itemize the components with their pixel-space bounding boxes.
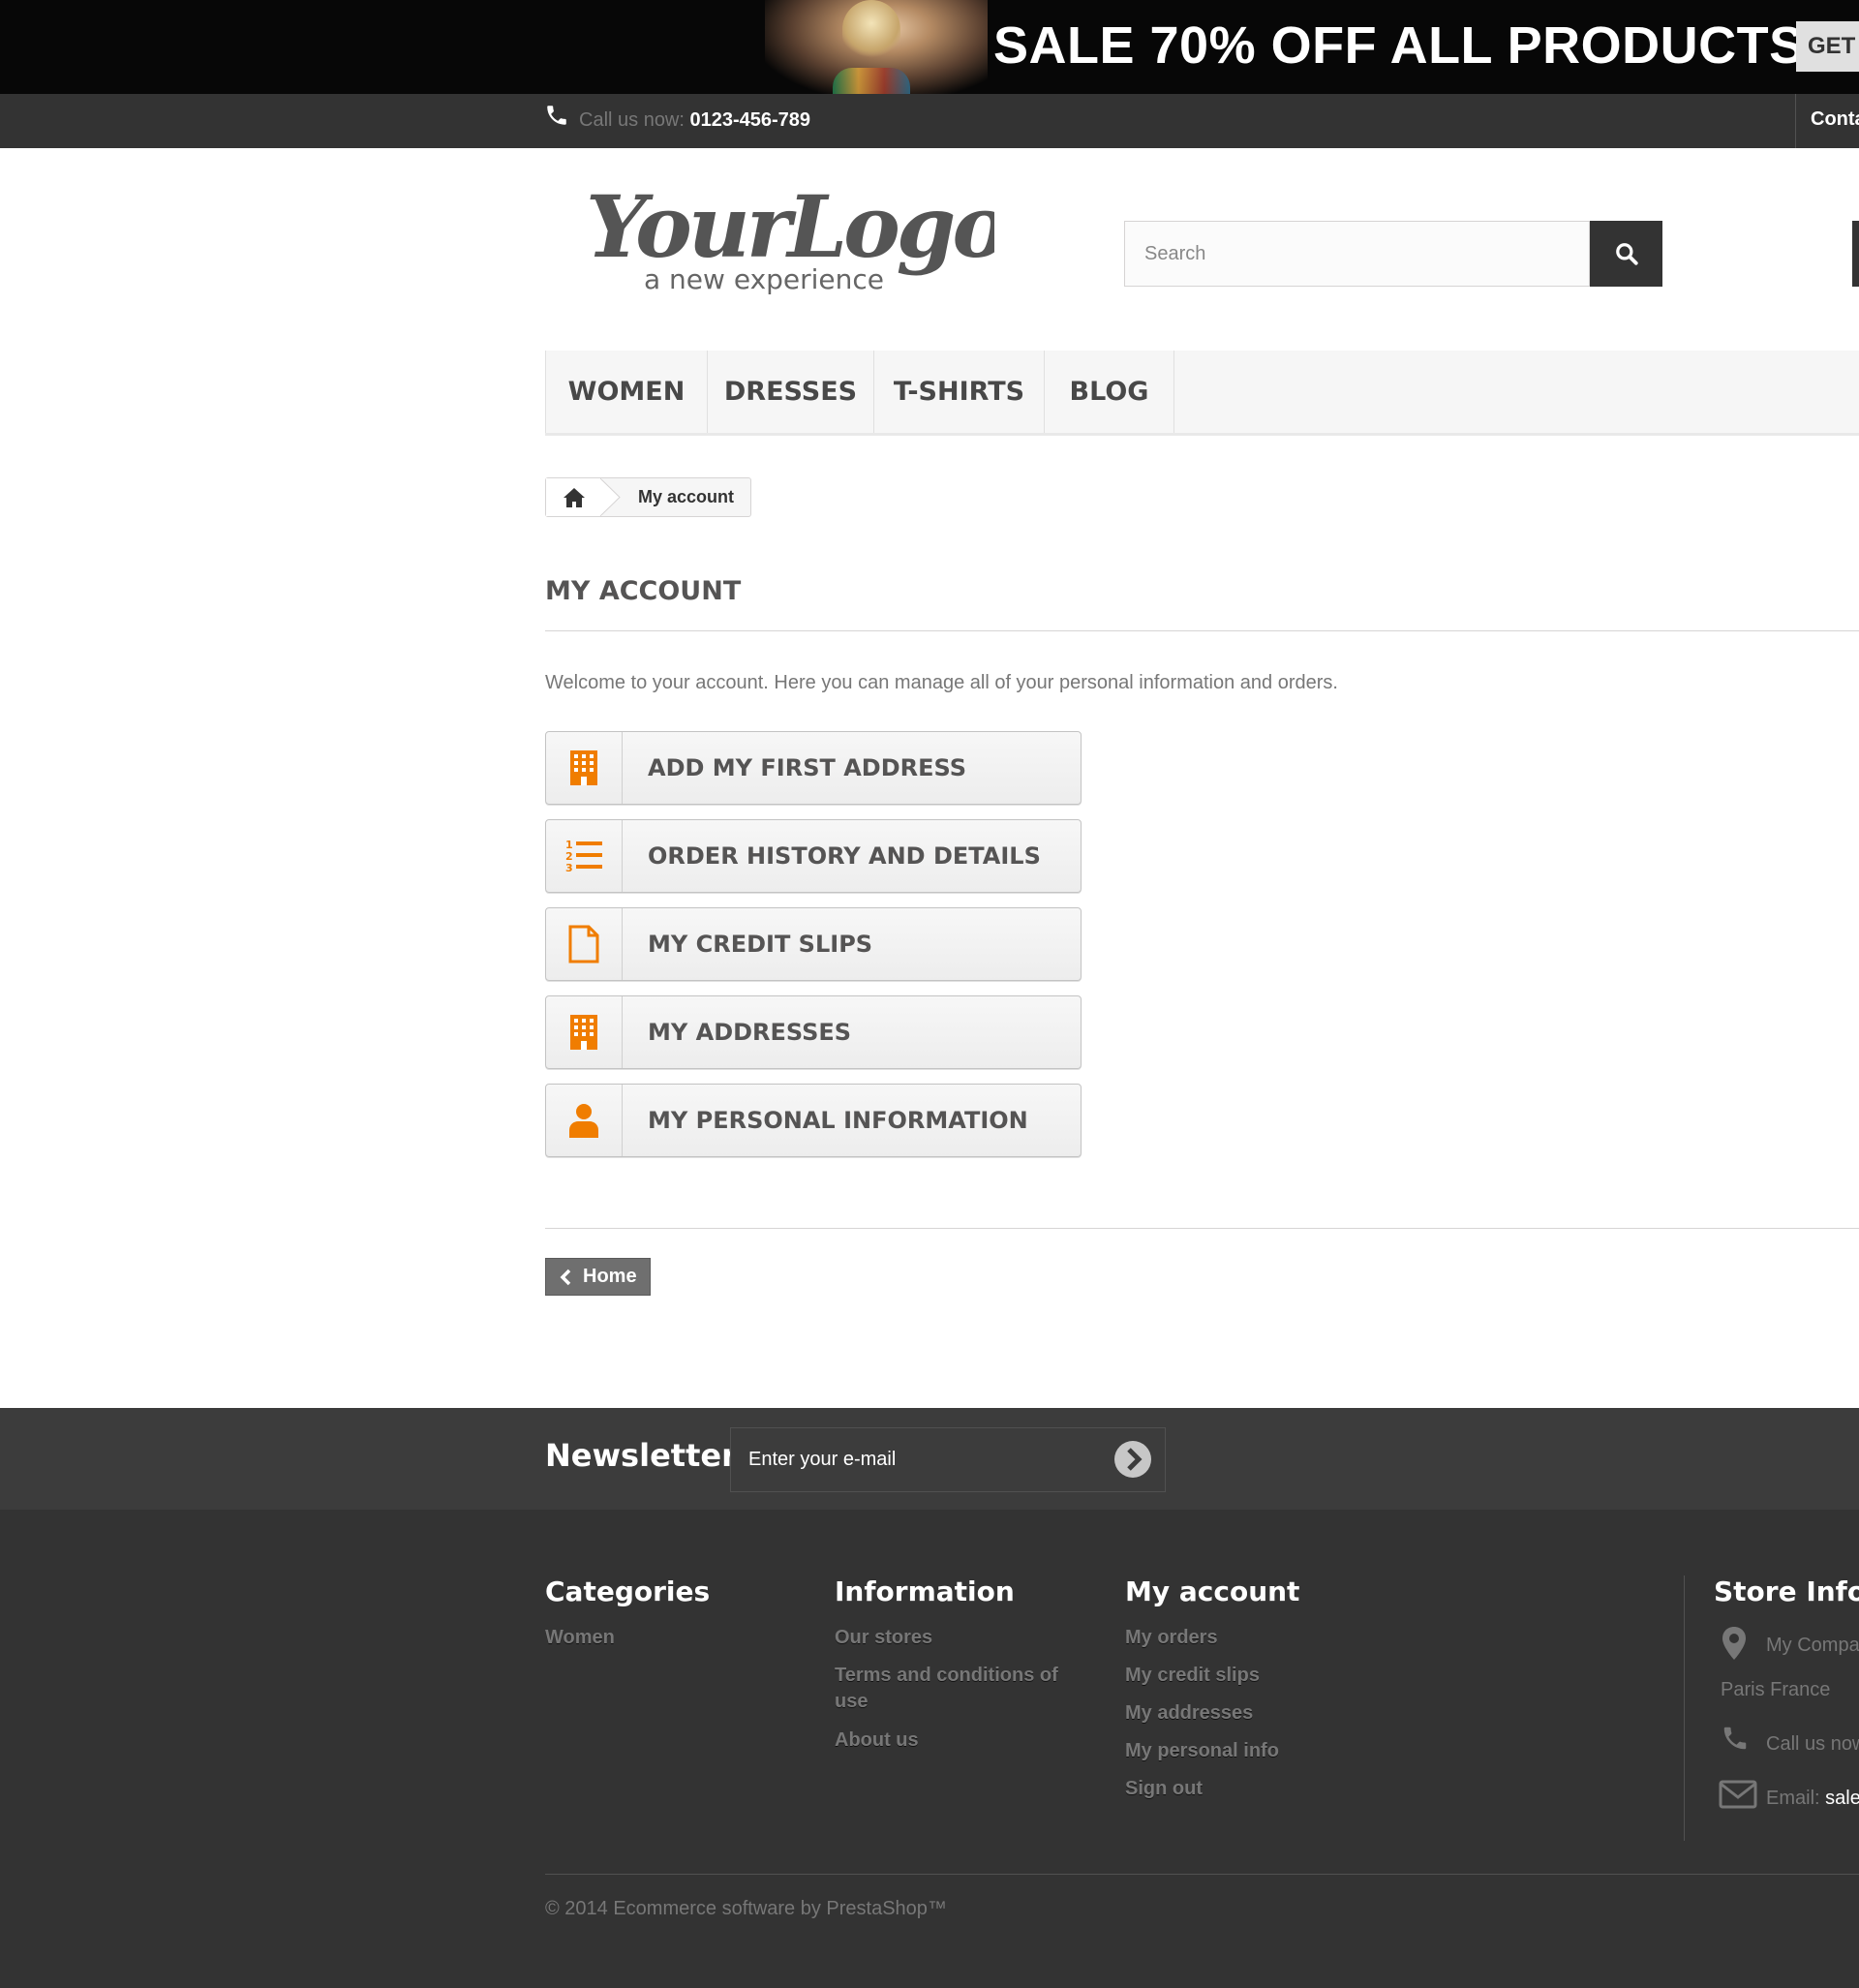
button-label: MY PERSONAL INFORMATION	[648, 1107, 1028, 1134]
credit-slips-button[interactable]: MY CREDIT SLIPS	[545, 907, 1082, 981]
footer-link-personal-info[interactable]: My personal info	[1125, 1738, 1279, 1764]
user-icon	[546, 1085, 623, 1156]
file-icon	[546, 908, 623, 980]
store-company: My Compa	[1766, 1635, 1859, 1656]
footer-link-credit-slips[interactable]: My credit slips	[1125, 1663, 1260, 1689]
svg-text:a new experience: a new experience	[644, 263, 884, 295]
phone-icon	[1723, 1727, 1747, 1750]
svg-text:3: 3	[565, 862, 573, 873]
menu-item-blog[interactable]: BLOG	[1045, 351, 1174, 433]
footer-store-title: Store Inform	[1714, 1575, 1859, 1607]
footer-account-title: My account	[1125, 1575, 1300, 1607]
contact-us-link[interactable]: Conta	[1811, 108, 1859, 131]
chevron-left-icon	[560, 1269, 571, 1285]
menu-item-tshirts[interactable]: T-SHIRTS	[874, 351, 1045, 433]
call-us-text: Call us now: 0123-456-789	[579, 109, 811, 131]
home-icon	[564, 487, 585, 507]
store-email: Email: sale	[1766, 1788, 1859, 1809]
add-first-address-button[interactable]: ADD MY FIRST ADDRESS	[545, 731, 1082, 805]
personal-information-button[interactable]: MY PERSONAL INFORMATION	[545, 1084, 1082, 1157]
page-title: MY ACCOUNT	[545, 576, 742, 606]
divider	[545, 630, 1859, 631]
newsletter-title: Newsletter	[545, 1437, 737, 1474]
footer-link-about-us[interactable]: About us	[835, 1728, 919, 1754]
button-label: ORDER HISTORY AND DETAILS	[648, 842, 1041, 870]
button-label: ADD MY FIRST ADDRESS	[648, 754, 966, 781]
map-marker-icon	[1722, 1627, 1746, 1660]
divider	[1684, 1575, 1685, 1841]
menu-item-dresses[interactable]: DRESSES	[708, 351, 874, 433]
banner-model-image	[765, 0, 988, 94]
divider	[545, 1874, 1859, 1875]
top-nav-bar	[0, 94, 1859, 148]
search-button[interactable]	[1590, 221, 1662, 287]
banner-headline: SALE 70% OFF ALL PRODUCTS	[993, 16, 1805, 75]
envelope-icon	[1719, 1780, 1757, 1809]
welcome-text: Welcome to your account. Here you can ma…	[545, 672, 1338, 693]
cart-button[interactable]	[1852, 221, 1859, 287]
building-icon	[546, 996, 623, 1068]
building-icon	[546, 732, 623, 804]
promo-banner[interactable]: SALE 70% OFF ALL PRODUCTS GET S	[0, 0, 1859, 94]
copyright-text[interactable]: © 2014 Ecommerce software by PrestaShop™	[545, 1898, 947, 1920]
home-button-label: Home	[583, 1266, 637, 1287]
newsletter-submit-icon[interactable]	[1113, 1440, 1152, 1479]
footer-information-title: Information	[835, 1575, 1015, 1607]
footer-link-women[interactable]: Women	[545, 1625, 615, 1651]
my-addresses-button[interactable]: MY ADDRESSES	[545, 995, 1082, 1069]
banner-button[interactable]: GET S	[1796, 21, 1859, 72]
footer-link-sign-out[interactable]: Sign out	[1125, 1776, 1203, 1802]
breadcrumb-current: My account	[638, 487, 735, 506]
svg-text:YourLogo: YourLogo	[586, 179, 994, 277]
footer-link-our-stores[interactable]: Our stores	[835, 1625, 932, 1651]
divider	[545, 1228, 1859, 1229]
store-city: Paris France	[1721, 1679, 1831, 1700]
divider	[1795, 94, 1796, 148]
breadcrumb-home[interactable]	[546, 478, 602, 516]
button-label: MY CREDIT SLIPS	[648, 931, 873, 958]
order-history-button[interactable]: 1 2 3 ORDER HISTORY AND DETAILS	[545, 819, 1082, 893]
breadcrumb-separator	[600, 478, 621, 516]
footer-link-addresses[interactable]: My addresses	[1125, 1700, 1253, 1727]
menu-item-women[interactable]: WOMEN	[545, 351, 708, 433]
store-email-link: sale	[1825, 1788, 1859, 1809]
footer-categories-title: Categories	[545, 1575, 711, 1607]
button-label: MY ADDRESSES	[648, 1019, 852, 1046]
store-call: Call us now	[1766, 1733, 1859, 1755]
footer-link-my-orders[interactable]: My orders	[1125, 1625, 1218, 1651]
ordered-list-icon: 1 2 3	[546, 820, 623, 892]
footer-link-terms[interactable]: Terms and conditions of use	[835, 1663, 1067, 1715]
call-number: 0123-456-789	[689, 109, 811, 131]
search-icon	[1615, 243, 1638, 265]
phone-icon	[547, 106, 566, 125]
search-input[interactable]	[1124, 221, 1590, 287]
main-menu: WOMEN DRESSES T-SHIRTS BLOG	[545, 351, 1859, 436]
store-logo[interactable]: YourLogo a new experience	[578, 179, 994, 305]
newsletter-email-input[interactable]	[730, 1427, 1166, 1492]
home-button[interactable]: Home	[545, 1258, 651, 1296]
